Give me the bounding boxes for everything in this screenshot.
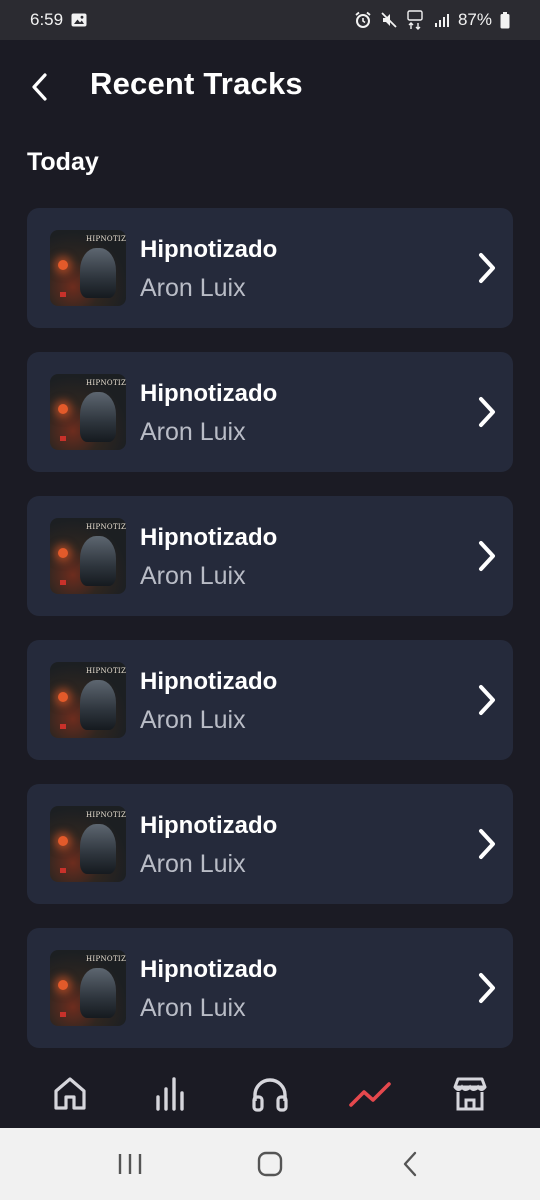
chevron-right-icon[interactable] — [475, 394, 499, 430]
back-icon — [403, 1151, 417, 1177]
recents-button[interactable] — [100, 1134, 160, 1194]
status-bar: 6:59 87% — [0, 0, 540, 40]
cover-art-text: HIPNOTIZADO — [86, 667, 126, 675]
album-cover: HIPNOTIZADO — [50, 662, 126, 738]
system-back-button[interactable] — [380, 1134, 440, 1194]
chevron-right-icon[interactable] — [475, 250, 499, 286]
track-card[interactable]: HIPNOTIZADO Hipnotizado Aron Luix — [27, 496, 513, 616]
track-title: Hipnotizado — [140, 524, 278, 551]
track-title: Hipnotizado — [140, 812, 278, 839]
track-card[interactable]: HIPNOTIZADO Hipnotizado Aron Luix — [27, 784, 513, 904]
track-artist: Aron Luix — [140, 562, 246, 590]
nav-home[interactable] — [40, 1064, 100, 1124]
track-artist: Aron Luix — [140, 850, 246, 878]
page-title: Recent Tracks — [90, 66, 303, 101]
trend-icon — [349, 1082, 391, 1107]
battery-percent: 87% — [457, 10, 492, 29]
network-5g-icon — [406, 10, 426, 30]
track-title: Hipnotizado — [140, 380, 278, 407]
chevron-right-icon[interactable] — [475, 538, 499, 574]
track-card[interactable]: HIPNOTIZADO Hipnotizado Aron Luix — [27, 208, 513, 328]
back-button[interactable] — [22, 64, 56, 110]
track-artist: Aron Luix — [140, 706, 246, 734]
track-card[interactable]: HIPNOTIZADO Hipnotizado Aron Luix — [27, 352, 513, 472]
chevron-right-icon[interactable] — [475, 682, 499, 718]
cover-art-text: HIPNOTIZADO — [86, 811, 126, 819]
chevron-right-icon[interactable] — [475, 826, 499, 862]
nav-store[interactable] — [440, 1064, 500, 1124]
nav-stats[interactable] — [140, 1064, 200, 1124]
album-cover: HIPNOTIZADO — [50, 806, 126, 882]
recents-icon — [118, 1154, 142, 1174]
track-artist: Aron Luix — [140, 274, 246, 302]
chevron-left-icon — [32, 73, 47, 101]
album-cover: HIPNOTIZADO — [50, 230, 126, 306]
stats-icon — [156, 1077, 184, 1111]
nav-listen[interactable] — [240, 1064, 300, 1124]
home-circle-icon — [257, 1151, 283, 1177]
track-title: Hipnotizado — [140, 668, 278, 695]
track-title: Hipnotizado — [140, 236, 278, 263]
cover-art-text: HIPNOTIZADO — [86, 379, 126, 387]
status-time: 6:59 — [30, 10, 64, 29]
album-cover: HIPNOTIZADO — [50, 518, 126, 594]
track-artist: Aron Luix — [140, 994, 246, 1022]
store-icon — [453, 1077, 487, 1111]
cover-art-text: HIPNOTIZADO — [86, 235, 126, 243]
battery-icon — [500, 11, 510, 29]
header: Recent Tracks — [0, 58, 540, 116]
track-list: HIPNOTIZADO Hipnotizado Aron Luix HIPNOT… — [27, 208, 513, 1072]
signal-icon — [434, 12, 450, 28]
home-icon — [54, 1077, 86, 1110]
album-cover: HIPNOTIZADO — [50, 950, 126, 1026]
chevron-right-icon[interactable] — [475, 970, 499, 1006]
section-label: Today — [27, 148, 99, 176]
nav-trends[interactable] — [340, 1064, 400, 1124]
track-artist: Aron Luix — [140, 418, 246, 446]
image-icon — [71, 13, 87, 27]
system-home-button[interactable] — [240, 1134, 300, 1194]
system-nav — [0, 1128, 540, 1200]
track-title: Hipnotizado — [140, 956, 278, 983]
cover-art-text: HIPNOTIZADO — [86, 523, 126, 531]
cover-art-text: HIPNOTIZADO — [86, 955, 126, 963]
track-card[interactable]: HIPNOTIZADO Hipnotizado Aron Luix — [27, 640, 513, 760]
alarm-icon — [354, 11, 372, 29]
bottom-nav — [0, 1060, 540, 1128]
track-card[interactable]: HIPNOTIZADO Hipnotizado Aron Luix — [27, 928, 513, 1048]
headphones-icon — [252, 1078, 288, 1112]
album-cover: HIPNOTIZADO — [50, 374, 126, 450]
mute-icon — [380, 11, 398, 29]
